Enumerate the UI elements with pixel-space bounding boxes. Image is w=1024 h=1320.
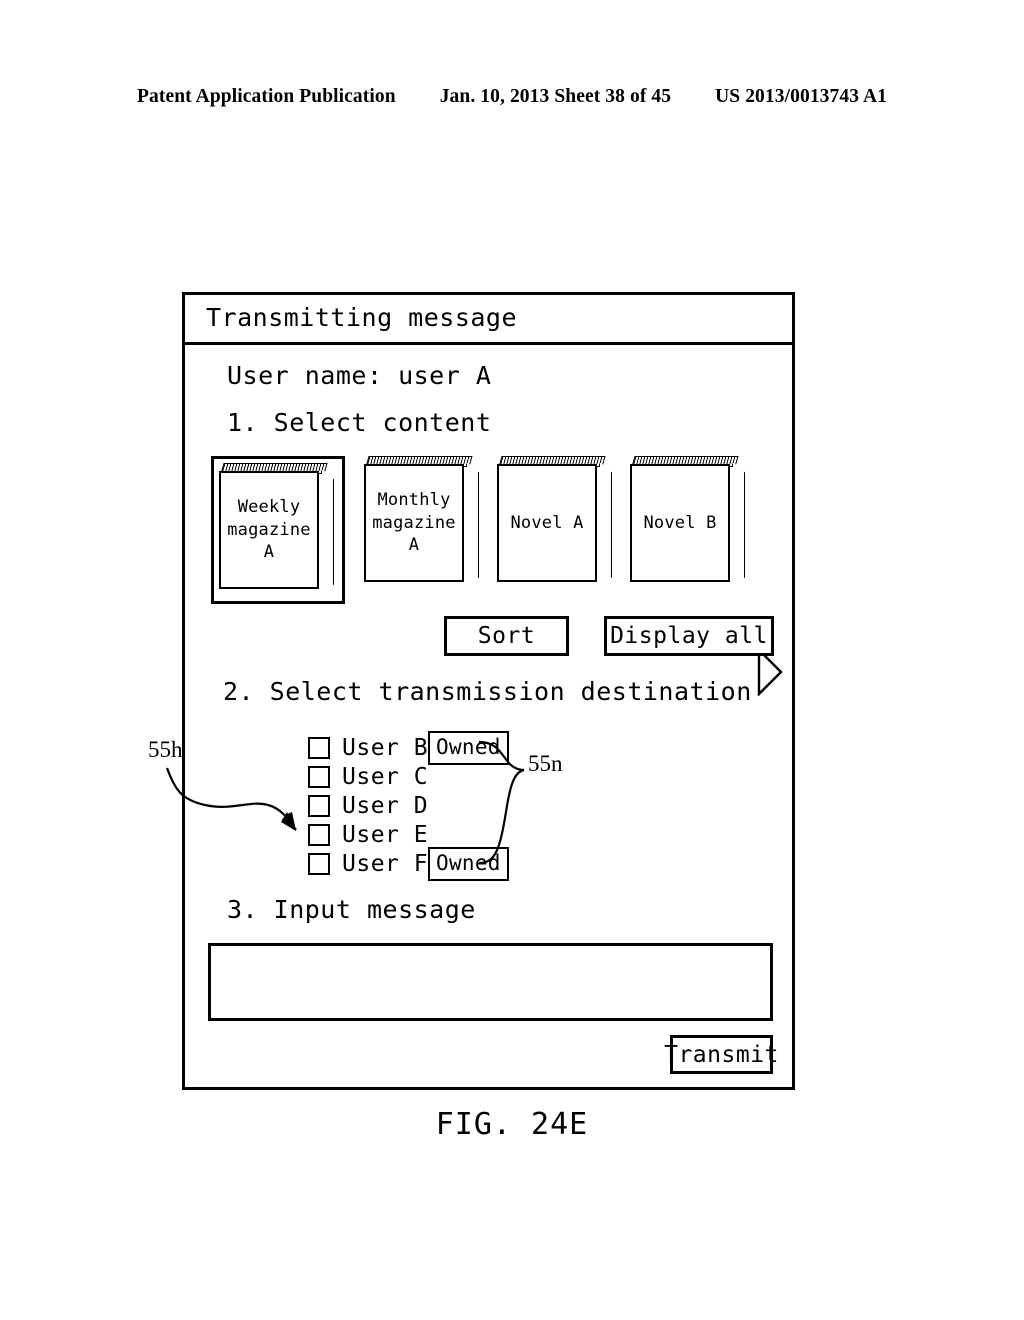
book-cover: Monthly magazine A — [364, 464, 464, 582]
content-title-line: Monthly — [377, 490, 451, 511]
destination-label: User D — [342, 792, 429, 819]
date-sheet-label: Jan. 10, 2013 Sheet 38 of 45 — [439, 86, 672, 107]
book-spine — [467, 462, 479, 578]
content-title-line: Weekly — [237, 497, 301, 518]
checkbox-user-e[interactable] — [308, 823, 330, 846]
patent-page-header: Patent Application Publication Jan. 10, … — [0, 86, 1024, 108]
destination-list: User B Owned User C User D User E User F… — [308, 730, 608, 881]
content-carousel: Weekly magazine A Monthly magazine A Nov… — [185, 450, 792, 697]
owned-badge: Owned — [428, 846, 509, 881]
content-item-weekly-magazine-a[interactable]: Weekly magazine A — [211, 450, 345, 605]
destination-row-user-c[interactable]: User C — [308, 762, 608, 791]
step3-input-message-label: 3. Input message — [227, 895, 476, 924]
owned-badge: Owned — [428, 730, 509, 765]
dialog-titlebar: Transmitting message — [185, 295, 792, 345]
transmitting-message-dialog: Transmitting message User name: user A 1… — [182, 292, 795, 1090]
user-name-label: User name: user A — [227, 361, 492, 390]
destination-row-user-e[interactable]: User E — [308, 820, 608, 849]
checkbox-user-c[interactable] — [308, 765, 330, 788]
destination-row-user-f[interactable]: User F Owned — [308, 846, 608, 881]
destination-label: User E — [342, 821, 429, 848]
book-cover: Novel A — [497, 464, 597, 582]
book-cover: Weekly magazine A — [219, 471, 319, 589]
step1-select-content-label: 1. Select content — [227, 408, 492, 437]
transmit-button[interactable]: Transmit — [664, 1035, 778, 1074]
destination-label: User B — [342, 734, 429, 761]
patent-number-label: US 2013/0013743 A1 — [715, 86, 887, 107]
checkbox-user-f[interactable] — [308, 852, 330, 875]
content-item-novel-a[interactable]: Novel A — [495, 450, 629, 605]
message-input[interactable] — [208, 943, 773, 1021]
dialog-title: Transmitting message — [206, 303, 518, 332]
destination-label: User F — [342, 850, 429, 877]
book-spine — [322, 469, 334, 585]
publication-label: Patent Application Publication — [137, 86, 396, 107]
checkbox-user-b[interactable] — [308, 736, 330, 759]
content-item-monthly-magazine-a[interactable]: Monthly magazine A — [362, 450, 496, 605]
figure-caption: FIG. 24E — [435, 1107, 589, 1142]
book-cover: Novel B — [630, 464, 730, 582]
book-icon: Novel B — [630, 456, 745, 584]
book-icon: Weekly magazine A — [219, 463, 334, 591]
content-title-line: Novel A — [510, 512, 584, 533]
book-icon: Novel A — [497, 456, 612, 584]
step2-select-destination-label: 2. Select transmission destination — [223, 677, 752, 706]
book-spine — [600, 462, 612, 578]
destination-row-user-b[interactable]: User B Owned — [308, 730, 608, 765]
callout-55n-label: 55n — [528, 751, 563, 776]
content-title-line: magazine — [372, 512, 456, 533]
sort-button[interactable]: Sort — [444, 616, 569, 656]
book-spine — [733, 462, 745, 578]
content-item-novel-b[interactable]: Novel B — [628, 450, 762, 605]
book-icon: Monthly magazine A — [364, 456, 479, 584]
checkbox-user-d[interactable] — [308, 794, 330, 817]
content-title-line: Novel B — [643, 512, 717, 533]
content-title-line: A — [263, 542, 275, 563]
callout-55h-label: 55h — [148, 737, 183, 762]
display-all-button[interactable]: Display all — [604, 616, 774, 656]
content-title-line: A — [408, 535, 420, 556]
destination-row-user-d[interactable]: User D — [308, 791, 608, 820]
content-title-line: magazine — [227, 519, 311, 540]
destination-label: User C — [342, 763, 429, 790]
